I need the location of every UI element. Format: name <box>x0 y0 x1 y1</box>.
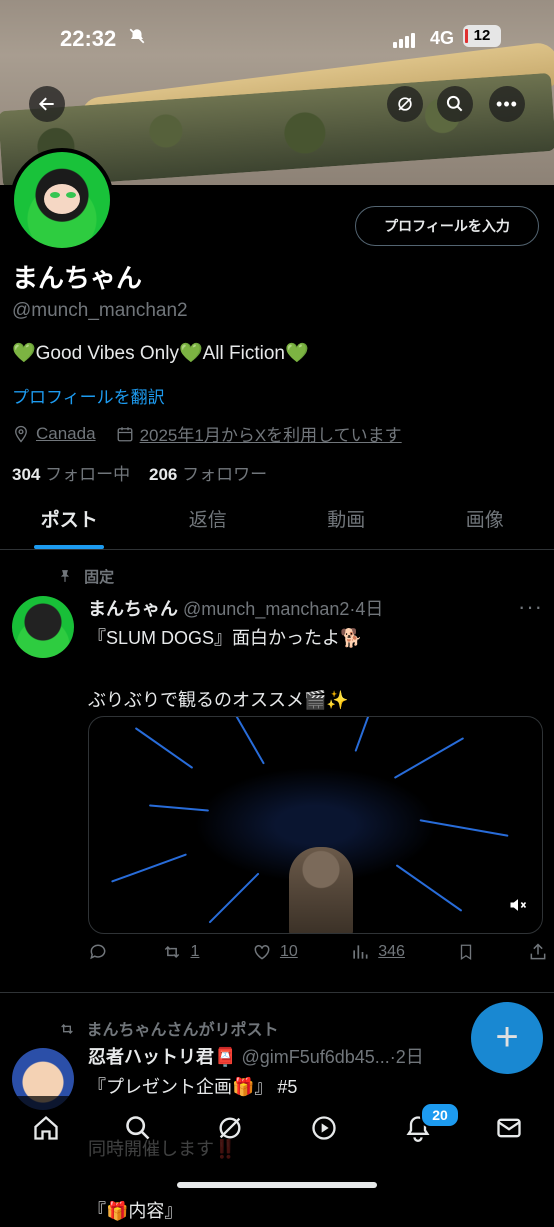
profile-tabs: ポスト 返信 動画 画像 <box>0 497 554 550</box>
avatar-eye-left <box>50 192 60 198</box>
tab-posts[interactable]: ポスト <box>0 497 139 549</box>
post-video[interactable] <box>88 716 543 934</box>
translate-profile-link[interactable]: プロフィールを翻訳 <box>12 383 165 408</box>
location-text[interactable]: Canada <box>36 424 96 444</box>
location-icon <box>12 425 30 443</box>
follow-stats: 304 フォロー中 206 フォロワー <box>12 460 267 485</box>
post-text: 『SLUM DOGS』面白かったよ🐕 ぶりぶりで観るのオススメ🎬✨ <box>88 623 362 716</box>
repost-small-icon <box>58 1021 76 1037</box>
pinned-label: 固定 <box>84 569 114 586</box>
share-icon <box>528 942 548 962</box>
post-header: まんちゃん @munch_manchan2·4日 <box>88 595 383 621</box>
calendar-icon <box>116 425 134 443</box>
repost-icon <box>161 942 183 962</box>
repost-handle-time: @gimF5uf6db45...·2日 <box>241 1047 423 1067</box>
profile-name: まんちゃん <box>12 258 142 295</box>
joined-date: 2025年1月からXを利用しています <box>140 421 402 446</box>
signal-icon <box>393 30 417 48</box>
profile-handle: @munch_manchan2 <box>12 300 188 322</box>
repost-button[interactable]: 1 <box>161 942 200 962</box>
like-button[interactable]: 10 <box>252 942 298 962</box>
share-button[interactable] <box>528 942 548 962</box>
home-indicator <box>177 1182 377 1188</box>
bell-muted-icon <box>128 27 146 50</box>
repost-indicator: まんちゃんさんがリポスト <box>58 1016 278 1040</box>
search-icon <box>445 94 465 114</box>
post-actions: 1 10 346 <box>88 942 548 962</box>
following-count: 304 <box>12 465 40 484</box>
post-author-avatar[interactable] <box>12 596 74 658</box>
back-button[interactable] <box>29 86 65 122</box>
post-handle-time: @munch_manchan2·4日 <box>183 599 383 619</box>
battery-indicator: 12 <box>463 25 501 47</box>
post-divider <box>0 992 554 993</box>
more-button[interactable]: ••• <box>489 86 525 122</box>
grok-button[interactable] <box>387 86 423 122</box>
views-button[interactable]: 346 <box>350 942 405 962</box>
bookmark-icon <box>457 942 475 962</box>
avatar-face <box>44 184 80 214</box>
profile-avatar[interactable] <box>10 148 114 252</box>
mute-icon[interactable] <box>508 896 528 919</box>
heart-icon <box>252 942 272 962</box>
video-nav-icon[interactable] <box>308 1114 340 1146</box>
tab-images[interactable]: 画像 <box>416 497 554 549</box>
messages-icon[interactable] <box>493 1114 525 1146</box>
followers-link[interactable]: 206 フォロワー <box>149 465 267 484</box>
bookmark-button[interactable] <box>457 942 475 962</box>
network-type: 4G <box>430 28 454 49</box>
grok-icon <box>395 94 415 114</box>
more-icon: ••• <box>496 94 518 115</box>
views-icon <box>350 942 370 962</box>
following-link[interactable]: 304 フォロー中 <box>12 465 130 484</box>
reply-icon <box>88 942 108 962</box>
repost-author-name[interactable]: 忍者ハットリ君📮 <box>88 1047 236 1067</box>
profile-meta: Canada 2025年1月からXを利用しています <box>12 421 402 446</box>
post-author-name[interactable]: まんちゃん <box>88 599 178 619</box>
reply-button[interactable] <box>88 942 108 962</box>
arrow-left-icon <box>37 94 57 114</box>
status-bar: 22:32 4G 12 <box>0 0 554 70</box>
views-count: 346 <box>378 943 405 961</box>
profile-bio: 💚Good Vibes Only💚All Fiction💚 <box>12 341 309 365</box>
search-button[interactable] <box>437 86 473 122</box>
post-more-icon[interactable]: ··· <box>518 594 543 620</box>
video-dog-shape <box>289 847 353 934</box>
pin-icon <box>58 569 72 583</box>
repost-label: まんちゃんさんがリポスト <box>86 1022 278 1039</box>
pinned-indicator: 固定 <box>58 566 114 587</box>
compose-button[interactable]: + <box>471 1002 543 1074</box>
followers-count: 206 <box>149 465 177 484</box>
like-count: 10 <box>280 943 298 961</box>
notifications-badge: 20 <box>420 1102 460 1128</box>
repost-count: 1 <box>191 943 200 961</box>
followers-label: フォロワー <box>182 465 267 484</box>
plus-icon: + <box>495 1015 518 1059</box>
following-label: フォロー中 <box>45 465 130 484</box>
avatar-eye-right <box>66 192 76 198</box>
tab-videos[interactable]: 動画 <box>277 497 416 549</box>
grok-nav-icon[interactable] <box>214 1114 246 1146</box>
edit-profile-button[interactable]: プロフィールを入力 <box>355 206 539 246</box>
home-icon[interactable] <box>30 1114 62 1146</box>
search-nav-icon[interactable] <box>122 1114 154 1146</box>
status-time: 22:32 <box>60 26 116 52</box>
repost-header: 忍者ハットリ君📮 @gimF5uf6db45...·2日 <box>88 1043 424 1069</box>
tab-replies[interactable]: 返信 <box>139 497 278 549</box>
